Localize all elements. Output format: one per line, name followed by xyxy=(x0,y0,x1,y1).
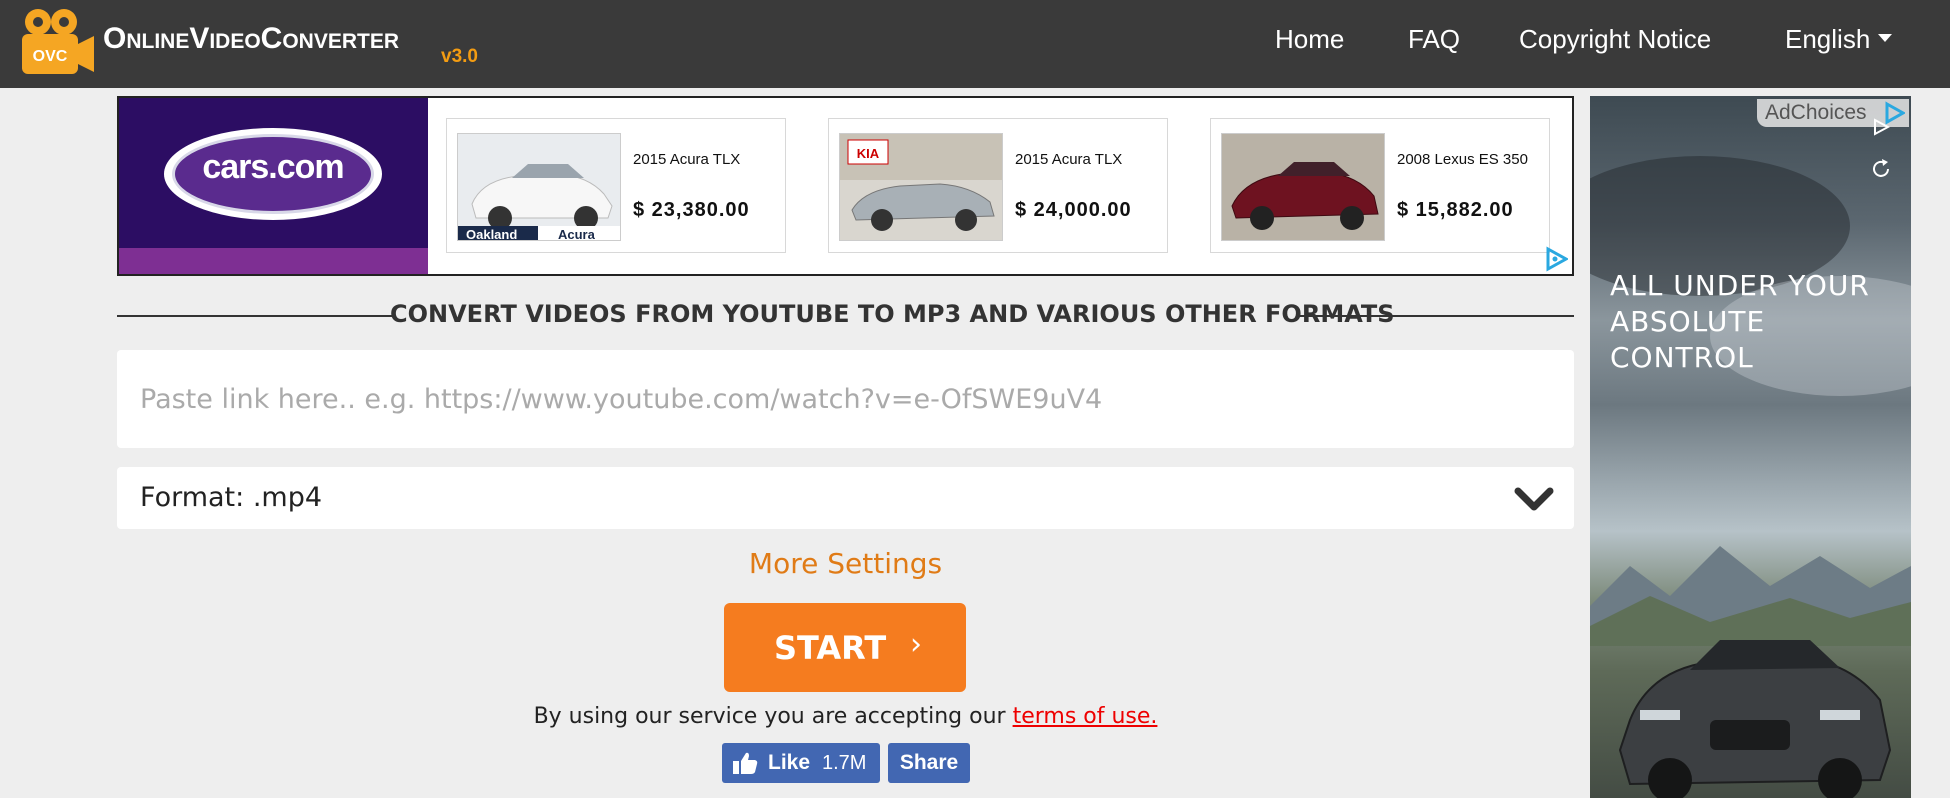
start-button-label: START xyxy=(774,629,887,667)
chevron-right-icon: › xyxy=(910,627,922,662)
adchoices-triangle-icon[interactable] xyxy=(1544,246,1568,272)
banner-ad[interactable]: cars.com Oakland Acura 2015 Acura TLX $ … xyxy=(117,96,1574,276)
top-navbar: OVC OnlineVideoConverter v3.0 Home FAQ C… xyxy=(0,0,1950,88)
terms-of-use-link[interactable]: terms of use. xyxy=(1013,704,1158,729)
car-title: 2015 Acura TLX xyxy=(633,151,741,168)
language-dropdown[interactable]: English xyxy=(1785,24,1893,55)
terms-notice: By using our service you are accepting o… xyxy=(117,704,1574,729)
replay-icon[interactable] xyxy=(1870,158,1892,180)
brand-version: v3.0 xyxy=(441,46,478,67)
side-ad-headline-line2: ABSOLUTE CONTROL xyxy=(1610,305,1766,374)
car-listing-card[interactable]: Oakland Acura 2015 Acura TLX $ 23,380.00 xyxy=(446,118,786,253)
svg-text:Oakland: Oakland xyxy=(466,227,517,241)
chevron-down-icon xyxy=(1514,487,1554,511)
facebook-like-count: 1.7M xyxy=(822,752,867,774)
car-price: $ 23,380.00 xyxy=(633,199,750,221)
cars-logo-text: cars.com xyxy=(202,148,344,186)
caret-down-icon xyxy=(1878,34,1893,43)
adchoices-label: AdChoices xyxy=(1765,101,1867,124)
ad-suv-image xyxy=(1618,640,1892,798)
section-rule-left xyxy=(117,315,394,317)
car-listing-card[interactable]: 2008 Lexus ES 350 $ 15,882.00 xyxy=(1210,118,1550,253)
more-settings-link[interactable]: More Settings xyxy=(117,547,1574,580)
nav-faq[interactable]: FAQ xyxy=(1408,24,1460,55)
logo-text: OVC xyxy=(33,48,68,65)
car-title: 2015 Acura TLX xyxy=(1015,151,1123,168)
section-rule-right xyxy=(1298,315,1574,317)
ad-play-icon[interactable] xyxy=(1872,118,1890,136)
nav-copyright-notice[interactable]: Copyright Notice xyxy=(1519,24,1711,55)
car-photo: Oakland Acura xyxy=(457,133,621,241)
side-ad-headline: ALL UNDER YOUR ABSOLUTE CONTROL xyxy=(1610,268,1900,376)
facebook-like-button[interactable]: Like 1.7M xyxy=(722,743,880,783)
car-photo: KIA xyxy=(839,133,1003,241)
ovc-logo-icon[interactable]: OVC xyxy=(20,8,96,76)
video-url-input[interactable] xyxy=(117,350,1574,448)
car-price: $ 24,000.00 xyxy=(1015,199,1132,221)
car-title: 2008 Lexus ES 350 xyxy=(1397,151,1528,168)
car-photo xyxy=(1221,133,1385,241)
format-selected-value: Format: .mp4 xyxy=(140,482,323,513)
brand-name[interactable]: OnlineVideoConverter xyxy=(103,22,399,56)
format-select[interactable]: Format: .mp4 xyxy=(117,467,1574,529)
language-label: English xyxy=(1785,24,1871,54)
side-ad-headline-line1: ALL UNDER YOUR xyxy=(1610,269,1870,302)
thumbs-up-icon xyxy=(733,752,758,774)
svg-text:Acura: Acura xyxy=(558,227,596,241)
terms-prefix: By using our service you are accepting o… xyxy=(533,704,1006,729)
car-price: $ 15,882.00 xyxy=(1397,199,1514,221)
facebook-like-label: Like xyxy=(768,751,811,774)
nav-home[interactable]: Home xyxy=(1275,24,1344,55)
car-listing-card[interactable]: KIA 2015 Acura TLX $ 24,000.00 xyxy=(828,118,1168,253)
section-title: CONVERT VIDEOS FROM YOUTUBE TO MP3 AND V… xyxy=(390,300,1395,328)
cars-com-panel[interactable]: cars.com xyxy=(119,98,428,274)
facebook-share-button[interactable]: Share xyxy=(888,743,970,783)
svg-text:KIA: KIA xyxy=(857,146,880,161)
cars-stripe xyxy=(119,248,428,274)
start-button[interactable]: START › xyxy=(724,603,966,692)
